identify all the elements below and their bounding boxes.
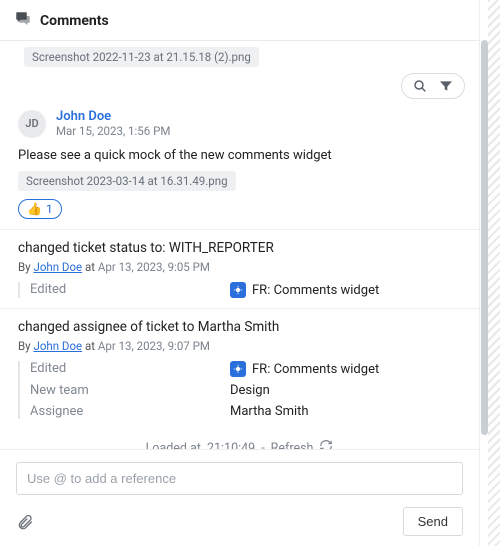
event-title: changed assignee of ticket to Martha Smi… <box>18 319 461 335</box>
detail-key: Edited <box>30 282 230 298</box>
send-button[interactable]: Send <box>403 507 463 536</box>
event-author-link[interactable]: John Doe <box>33 260 82 274</box>
comment: JD John Doe Mar 15, 2023, 1:56 PM Please… <box>0 103 479 229</box>
comments-header: Comments <box>0 0 479 41</box>
scrollbar-thumb[interactable] <box>481 40 488 435</box>
tracker-icon <box>230 361 246 377</box>
thumbs-up-icon: 👍 <box>27 202 42 216</box>
reaction-pill[interactable]: 👍 1 <box>18 199 62 219</box>
comments-body: Screenshot 2022-11-23 at 21.15.18 (2).pn… <box>0 41 479 449</box>
filter-icon[interactable] <box>438 78 454 94</box>
detail-value: FR: Comments widget <box>252 283 379 298</box>
resize-handle[interactable] <box>488 0 500 546</box>
loaded-status: Loaded at 21:10:49 - Refresh <box>0 429 479 449</box>
event-author-link[interactable]: John Doe <box>33 339 82 353</box>
panel-title: Comments <box>40 13 109 29</box>
attachment-chip[interactable]: Screenshot 2022-11-23 at 21.15.18 (2).pn… <box>24 47 259 67</box>
detail-value: Design <box>230 383 270 398</box>
comment-timestamp: Mar 15, 2023, 1:56 PM <box>56 124 170 138</box>
event-title: changed ticket status to: WITH_REPORTER <box>18 240 461 256</box>
event-details: Edited FR: Comments widget <box>18 282 461 298</box>
tools-pill <box>401 73 465 99</box>
detail-value: FR: Comments widget <box>252 362 379 377</box>
reaction-count: 1 <box>46 202 53 216</box>
tools-row <box>0 67 479 103</box>
detail-key: New team <box>30 383 230 398</box>
event-subtitle: By John Doe at Apr 13, 2023, 9:07 PM <box>18 339 461 353</box>
search-icon[interactable] <box>412 78 428 94</box>
composer: Send <box>0 449 479 546</box>
author-link[interactable]: John Doe <box>56 109 170 124</box>
refresh-link[interactable]: Refresh <box>271 441 314 450</box>
attach-icon[interactable] <box>16 513 34 531</box>
event: changed ticket status to: WITH_REPORTER … <box>0 229 479 308</box>
event-subtitle: By John Doe at Apr 13, 2023, 9:05 PM <box>18 260 461 274</box>
avatar: JD <box>18 110 46 138</box>
comment-body: Please see a quick mock of the new comme… <box>18 148 461 163</box>
comments-icon <box>14 10 32 32</box>
event-details: Edited FR: Comments widget New team Desi… <box>18 361 461 419</box>
event: changed assignee of ticket to Martha Smi… <box>0 308 479 429</box>
detail-value: Martha Smith <box>230 404 309 419</box>
detail-key: Edited <box>30 361 230 377</box>
detail-key: Assignee <box>30 404 230 419</box>
attachment-chip[interactable]: Screenshot 2023-03-14 at 16.31.49.png <box>18 171 236 191</box>
comment-input[interactable] <box>16 462 463 495</box>
refresh-icon[interactable] <box>319 439 333 449</box>
tracker-icon <box>230 282 246 298</box>
